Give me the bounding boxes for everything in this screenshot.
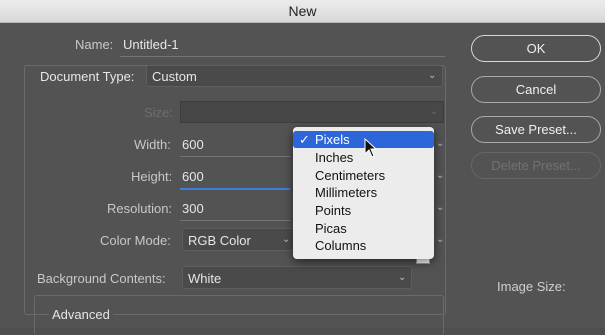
height-field[interactable]: 600 <box>182 169 204 184</box>
menu-item-columns[interactable]: Columns <box>293 237 434 254</box>
chevron-down-icon: ⌄ <box>436 202 445 213</box>
resolution-underline <box>180 220 290 221</box>
mouse-pointer-icon <box>364 138 378 158</box>
background-contents-label: Background Contents: <box>37 271 166 286</box>
window-title: New <box>288 3 317 19</box>
document-type-label: Document Type: <box>37 69 138 84</box>
background-contents-value: White <box>188 271 222 286</box>
height-underline-focused <box>180 188 290 190</box>
size-label: Size: <box>144 105 173 120</box>
name-underline <box>120 56 445 57</box>
document-type-value: Custom <box>152 69 197 84</box>
color-mode-label: Color Mode: <box>100 233 171 248</box>
image-size-label: Image Size: <box>497 279 566 294</box>
menu-item-centimeters[interactable]: Centimeters <box>293 167 434 184</box>
chevron-down-icon: ⌄ <box>436 170 445 181</box>
advanced-toggle[interactable]: Advanced <box>49 307 113 322</box>
resolution-field[interactable]: 300 <box>182 201 204 216</box>
save-preset-button[interactable]: Save Preset... <box>471 116 601 143</box>
resolution-label: Resolution: <box>107 201 173 216</box>
chevron-down-icon: ⌄ <box>436 234 445 245</box>
ok-button[interactable]: OK <box>471 35 601 62</box>
checkmark-icon: ✓ <box>299 132 310 147</box>
menu-item-picas[interactable]: Picas <box>293 220 434 237</box>
chevron-down-icon: ⌄ <box>436 138 445 149</box>
menu-item-millimeters[interactable]: Millimeters <box>293 184 434 201</box>
height-label: Height: <box>131 169 173 184</box>
color-mode-value: RGB Color <box>188 233 251 248</box>
width-underline <box>180 156 290 157</box>
name-field[interactable]: Untitled-1 <box>123 37 179 52</box>
menu-item-points[interactable]: Points <box>293 202 434 219</box>
name-label: Name: <box>75 37 114 52</box>
size-select[interactable] <box>180 101 444 123</box>
width-field[interactable]: 600 <box>182 137 204 152</box>
chevron-down-icon: ⌄ <box>430 106 439 117</box>
chevron-down-icon: ⌄ <box>398 272 407 283</box>
window-titlebar: New <box>0 0 605 23</box>
chevron-down-icon: ⌄ <box>282 234 291 245</box>
cancel-button[interactable]: Cancel <box>471 76 601 103</box>
delete-preset-button: Delete Preset... <box>471 152 601 179</box>
menu-item-label: Pixels <box>315 132 350 147</box>
chevron-down-icon: ⌄ <box>428 70 437 81</box>
width-label: Width: <box>134 137 171 152</box>
